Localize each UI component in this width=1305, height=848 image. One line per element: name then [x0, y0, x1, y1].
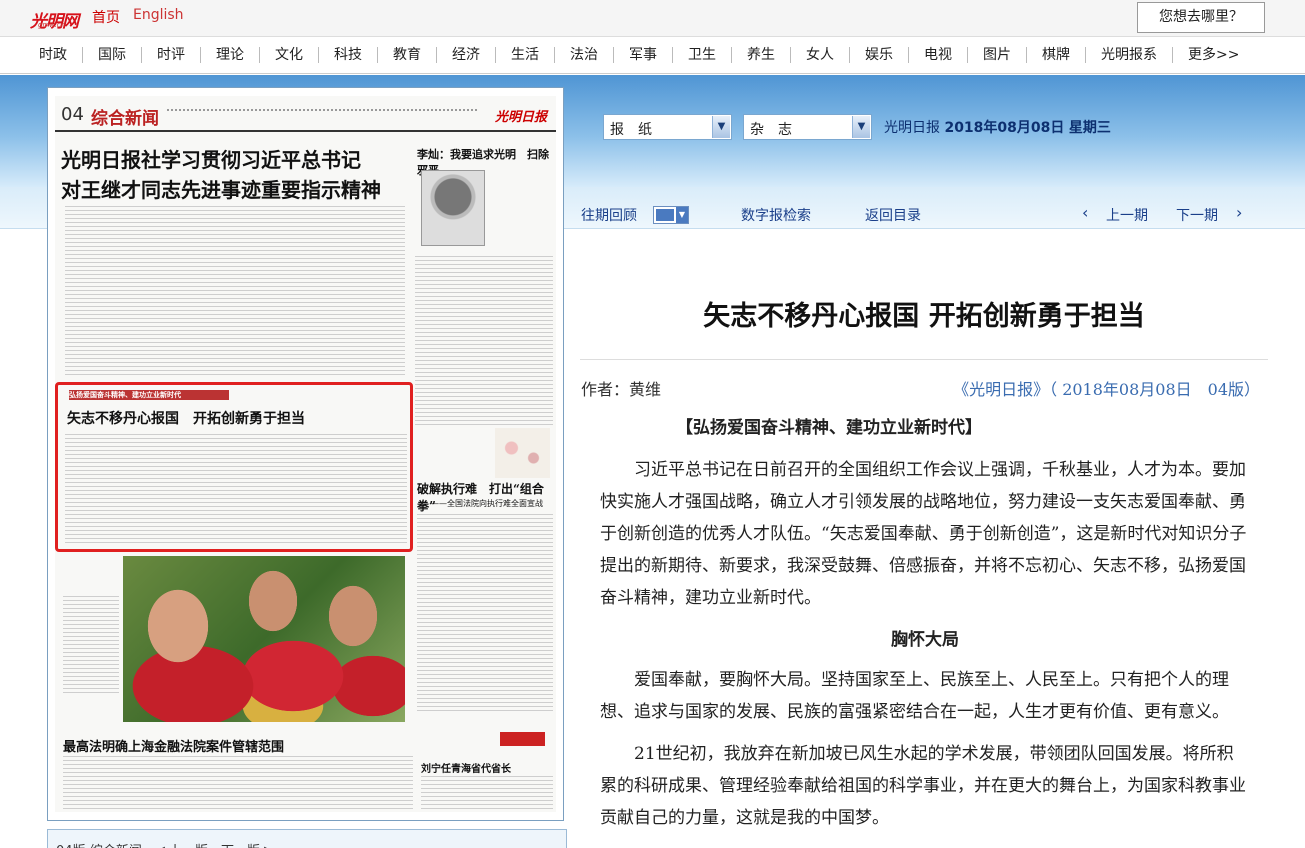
nav-item[interactable]: 理论 [201, 47, 260, 63]
nav-item[interactable]: 科技 [319, 47, 378, 63]
chevron-right-icon[interactable]: › [1236, 203, 1242, 222]
page-header: 04 综合新闻 光明日报 [55, 96, 556, 132]
nav-item[interactable]: 生活 [496, 47, 555, 63]
article-subhead: 胸怀大局 [891, 630, 959, 650]
decorative-flower-image [495, 428, 550, 478]
page-masthead: 光明日报 [495, 110, 548, 125]
main-nav: 时政 国际 时评 理论 文化 科技 教育 经济 生活 法治 军事 卫生 养生 女人 娱乐 电视 图片 棋牌 光明报系… [0, 37, 1305, 74]
nav-item[interactable]: 时评 [142, 47, 201, 63]
title-divider [580, 359, 1268, 360]
calendar-icon[interactable]: ▼ [653, 206, 689, 224]
site-logo-subtext: gmw.cn [38, 21, 66, 29]
back-to-contents-link[interactable]: 返回目录 [865, 205, 921, 225]
newspaper-page-frame: 04 综合新闻 光明日报 光明日报社学习贯彻习近平总书记 对王继才同志先进事迹重… [47, 87, 564, 821]
boxed-headline[interactable]: 矢志不移丹心报国 开拓创新勇于担当 [67, 408, 305, 428]
article-paragraph: 21世纪初，我放弃在新加坡已风生水起的学术发展，带领团队回国发展。将所积累的科研… [600, 744, 1246, 828]
page-meta-line [167, 109, 477, 113]
site-logo[interactable]: 光明网 gmw.cn [30, 7, 84, 32]
english-link[interactable]: English [133, 7, 184, 23]
nav-item[interactable]: 光明报系 [1086, 47, 1173, 63]
article-body: 【弘扬爱国奋斗精神、建功立业新时代】 习近平总书记在日前召开的全国组织工作会议上… [600, 412, 1250, 844]
nav-item[interactable]: 经济 [437, 47, 496, 63]
chevron-down-icon[interactable]: ▼ [712, 116, 730, 138]
top-bar: 光明网 gmw.cn 首页 English 您想去哪里？ [0, 0, 1305, 37]
article-lead: 【弘扬爱国奋斗精神、建功立业新时代】 [676, 418, 982, 438]
archive-link[interactable]: 往期回顾 [581, 205, 637, 225]
bottom-right-headline[interactable]: 刘宁任青海省代省长 [421, 760, 511, 775]
magazine-select[interactable]: 杂 志 ▼ [743, 114, 872, 140]
next-issue-link[interactable]: 下一期 [1176, 205, 1218, 225]
nav-item[interactable]: 图片 [968, 47, 1027, 63]
article-source[interactable]: 《光明日报》（ 2018年08月08日 04版） [953, 376, 1260, 400]
nav-item[interactable]: 更多>> [1173, 47, 1254, 63]
photo-caption-block [63, 596, 119, 696]
newspaper-select[interactable]: 报 纸 ▼ [603, 114, 732, 140]
issue-info: 光明日报 2018年08月08日 星期三 [884, 117, 1111, 137]
bottom-headline[interactable]: 最高法明确上海金融法院案件管辖范围 [63, 736, 284, 755]
nav-item[interactable]: 军事 [614, 47, 673, 63]
article-text-block [65, 434, 407, 546]
page-section-name: 综合新闻 [91, 109, 159, 129]
nav-item[interactable]: 娱乐 [850, 47, 909, 63]
issue-date: 2018年08月08日 [944, 120, 1065, 136]
page-number: 04 [61, 104, 84, 125]
article-text-block [417, 514, 553, 714]
home-link[interactable]: 首页 [92, 7, 120, 27]
chevron-down-icon[interactable]: ▼ [852, 116, 870, 138]
nav-item[interactable]: 电视 [909, 47, 968, 63]
paper-name: 光明日报 [884, 120, 940, 136]
article-title: 矢志不移丹心报国 开拓创新勇于担当 [703, 301, 1145, 332]
nav-item[interactable]: 卫生 [673, 47, 732, 63]
portrait-photo [421, 170, 485, 246]
issue-weekday: 星期三 [1068, 120, 1111, 136]
nav-item[interactable]: 教育 [378, 47, 437, 63]
digital-search-link[interactable]: 数字报检索 [741, 205, 811, 225]
nav-item[interactable]: 国际 [83, 47, 142, 63]
page-navigation-caption[interactable]: 04版:综合新闻 ◀ 上一版 下一版 ▶ [47, 829, 567, 848]
article-text-block [421, 776, 553, 812]
article-tagline: 弘扬爱国奋斗精神、建功立业新时代 [69, 390, 181, 399]
magazine-select-value: 杂 志 [750, 122, 792, 138]
article-paragraph: 爱国奉献，要胸怀大局。坚持国家至上、民族至上、人民至上。只有把个人的理想、追求与… [600, 670, 1229, 722]
chevron-left-icon[interactable]: ‹ [1082, 203, 1088, 222]
article-paragraph: 习近平总书记在日前召开的全国组织工作会议上强调，千秋基业，人才为本。要加快实施人… [600, 460, 1247, 608]
previous-issue-link[interactable]: 上一期 [1106, 205, 1148, 225]
news-photo-fruit-harvest [123, 556, 405, 722]
where-to-go-button[interactable]: 您想去哪里？ [1137, 2, 1265, 33]
article-text-block [415, 256, 553, 426]
article-text-block [63, 756, 413, 812]
page-sticker [500, 732, 545, 746]
nav-item[interactable]: 法治 [555, 47, 614, 63]
nav-item[interactable]: 养生 [732, 47, 791, 63]
mid-subheadline: ——全国法院向执行难全面宣战 [431, 499, 543, 508]
newspaper-select-value: 报 纸 [610, 122, 652, 138]
nav-item[interactable]: 文化 [260, 47, 319, 63]
page-headline-1[interactable]: 光明日报社学习贯彻习近平总书记 [61, 144, 361, 173]
article-author: 作者：黄维 [581, 380, 662, 399]
nav-item[interactable]: 女人 [791, 47, 850, 63]
nav-item[interactable]: 棋牌 [1027, 47, 1086, 63]
nav-item[interactable]: 时政 [24, 47, 83, 63]
page-headline-2[interactable]: 对王继才同志先进事迹重要指示精神 [61, 174, 381, 203]
newspaper-page-image[interactable]: 04 综合新闻 光明日报 光明日报社学习贯彻习近平总书记 对王继才同志先进事迹重… [55, 96, 556, 812]
article-text-block [65, 206, 405, 378]
